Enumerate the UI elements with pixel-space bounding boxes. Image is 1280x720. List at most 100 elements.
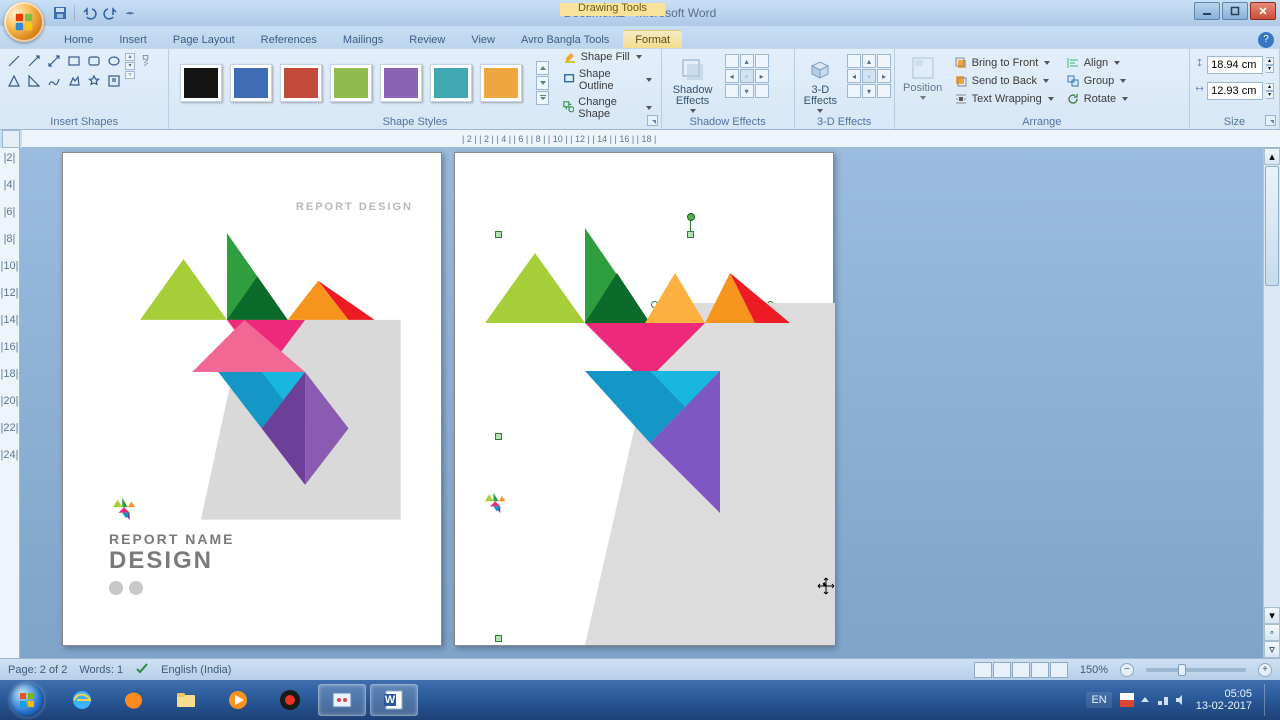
tab-page-layout[interactable]: Page Layout (161, 31, 247, 48)
start-button[interactable] (0, 680, 54, 720)
taskbar-firefox-icon[interactable] (110, 684, 158, 716)
group-button[interactable]: Group (1062, 73, 1132, 89)
width-up[interactable]: ▴ (1266, 83, 1274, 91)
page2-artwork[interactable] (455, 153, 835, 647)
scroll-thumb[interactable] (1265, 166, 1279, 286)
qat-customize-icon[interactable] (125, 6, 135, 20)
tray-flag-icon[interactable] (1120, 693, 1134, 707)
shape-oval-icon[interactable] (105, 52, 123, 70)
tray-network-icon[interactable] (1156, 693, 1170, 707)
browse-next-button[interactable]: ▿ (1264, 641, 1280, 658)
shape-roundrect-icon[interactable] (85, 52, 103, 70)
horizontal-ruler[interactable]: | 2 | | 2 | | 4 | | 6 | | 8 | | 10 | | 1… (22, 130, 1280, 148)
tab-selector[interactable] (2, 130, 20, 148)
tab-review[interactable]: Review (397, 31, 457, 48)
shape-line-icon[interactable] (5, 52, 23, 70)
swatch-orange[interactable] (480, 64, 522, 102)
view-buttons[interactable] (974, 662, 1068, 678)
style-gallery[interactable] (174, 60, 528, 106)
tab-insert[interactable]: Insert (107, 31, 159, 48)
lang-indicator[interactable]: EN (1086, 692, 1111, 708)
tab-home[interactable]: Home (52, 31, 105, 48)
vertical-ruler[interactable]: |2||4||6||8||10||12||14||16||18||20||22|… (0, 148, 20, 658)
shape-rtriangle-icon[interactable] (25, 72, 43, 90)
minimize-button[interactable] (1194, 2, 1220, 20)
move-cursor-icon (817, 577, 835, 598)
shadow-nudge-pad[interactable]: ▴ ◂◦▸ ▾ (725, 54, 769, 98)
swatch-blue[interactable] (230, 64, 272, 102)
zoom-in-button[interactable]: + (1258, 663, 1272, 677)
shapes-scroll-down[interactable]: ▾ (125, 62, 135, 70)
maximize-button[interactable] (1222, 2, 1248, 20)
3d-tilt-pad[interactable]: ▴ ◂◦▸ ▾ (847, 54, 891, 98)
height-up[interactable]: ▴ (1266, 57, 1274, 65)
zoom-slider[interactable] (1146, 668, 1246, 672)
shape-styles-launcher[interactable] (647, 115, 658, 126)
taskbar-explorer-icon[interactable] (162, 684, 210, 716)
status-words[interactable]: Words: 1 (79, 664, 123, 676)
swatch-red[interactable] (280, 64, 322, 102)
scroll-up-button[interactable]: ▴ (1264, 148, 1280, 165)
gallery-up[interactable] (536, 61, 548, 75)
taskbar-word-icon[interactable]: W (370, 684, 418, 716)
shape-fill-button[interactable]: Shape Fill (559, 49, 656, 65)
document-area[interactable]: |2||4||6||8||10||12||14||16||18||20||22|… (0, 148, 1280, 658)
status-page[interactable]: Page: 2 of 2 (8, 664, 67, 676)
swatch-teal[interactable] (430, 64, 472, 102)
rotate-button[interactable]: Rotate (1062, 91, 1132, 107)
tab-references[interactable]: References (249, 31, 329, 48)
tray-up-icon[interactable] (1138, 693, 1152, 707)
height-input[interactable] (1207, 56, 1263, 74)
edit-shape-button[interactable] (137, 52, 155, 70)
help-icon[interactable]: ? (1258, 32, 1274, 48)
shape-triangle-icon[interactable] (5, 72, 23, 90)
browse-prev-button[interactable]: ◦ (1264, 624, 1280, 641)
taskbar-record-icon[interactable] (266, 684, 314, 716)
close-button[interactable] (1250, 2, 1276, 20)
shape-curve-icon[interactable] (45, 72, 63, 90)
office-button[interactable] (4, 2, 44, 42)
taskbar-snipping-icon[interactable] (318, 684, 366, 716)
shape-freeform-icon[interactable] (65, 72, 83, 90)
3d-effects-button[interactable]: 3-D Effects (800, 54, 841, 115)
taskbar-ie-icon[interactable] (58, 684, 106, 716)
swatch-black[interactable] (180, 64, 222, 102)
show-desktop-button[interactable] (1264, 684, 1274, 716)
shape-star-icon[interactable] (85, 72, 103, 90)
height-down[interactable]: ▾ (1266, 65, 1274, 73)
tab-mailings[interactable]: Mailings (331, 31, 395, 48)
status-lang[interactable]: English (India) (161, 664, 231, 676)
shapes-more[interactable]: ▿ (125, 71, 135, 79)
gallery-more[interactable] (536, 91, 548, 105)
save-icon[interactable] (52, 5, 68, 21)
shape-arrow-icon[interactable] (25, 52, 43, 70)
redo-icon[interactable] (103, 5, 119, 21)
shape-textbox-icon[interactable] (105, 72, 123, 90)
shadow-effects-button[interactable]: Shadow Effects (667, 54, 719, 115)
size-launcher[interactable] (1265, 115, 1276, 126)
swatch-purple[interactable] (380, 64, 422, 102)
shape-double-arrow-icon[interactable] (45, 52, 63, 70)
width-input[interactable] (1207, 82, 1263, 100)
scroll-down-button[interactable]: ▾ (1264, 607, 1280, 624)
vertical-scrollbar[interactable]: ▴ ▾ ◦ ▿ (1263, 148, 1280, 658)
send-to-back-button[interactable]: Send to Back (950, 73, 1058, 89)
proofing-icon[interactable] (135, 661, 149, 678)
gallery-down[interactable] (536, 76, 548, 90)
zoom-out-button[interactable]: − (1120, 663, 1134, 677)
shape-rect-icon[interactable] (65, 52, 83, 70)
undo-icon[interactable] (81, 5, 97, 21)
bring-to-front-button[interactable]: Bring to Front (950, 55, 1058, 71)
tab-view[interactable]: View (459, 31, 507, 48)
zoom-value[interactable]: 150% (1080, 664, 1108, 676)
shapes-scroll-up[interactable]: ▴ (125, 53, 135, 61)
text-wrapping-button[interactable]: Text Wrapping (950, 91, 1058, 107)
tray-clock[interactable]: 05:0513-02-2017 (1196, 688, 1252, 712)
width-down[interactable]: ▾ (1266, 91, 1274, 99)
align-button[interactable]: Align (1062, 55, 1132, 71)
tray-volume-icon[interactable] (1174, 693, 1188, 707)
swatch-green[interactable] (330, 64, 372, 102)
position-button[interactable]: Position (900, 52, 946, 107)
shape-outline-button[interactable]: Shape Outline (559, 67, 656, 93)
taskbar-wmplayer-icon[interactable] (214, 684, 262, 716)
